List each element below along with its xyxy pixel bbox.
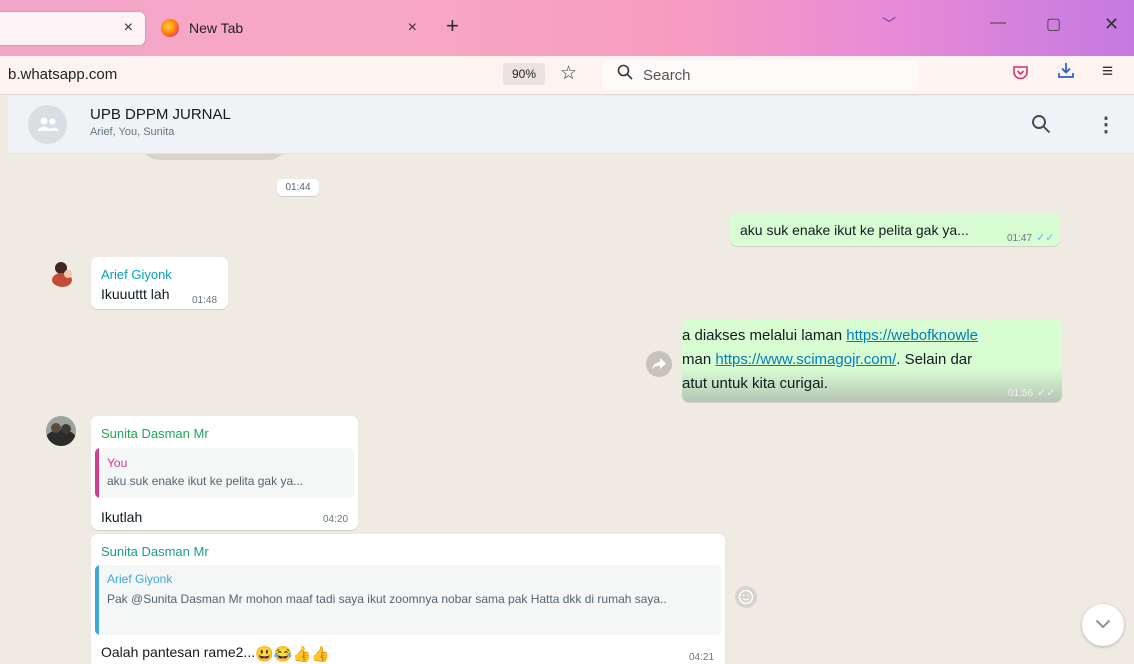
message-text: aku suk enake ikut ke pelita gak ya...	[740, 222, 969, 238]
chat-header[interactable]: UPB DPPM JURNAL Arief, You, Sunita ⋮	[8, 96, 1134, 154]
quote-bar	[95, 565, 99, 635]
chat-panel: 01:44 aku suk enake ikut ke pelita gak y…	[8, 154, 1134, 664]
tab-new-tab[interactable]: New Tab ×	[155, 12, 435, 45]
message-time: 01:47 ✓✓	[1007, 232, 1055, 244]
new-tab-button[interactable]: +	[446, 13, 459, 39]
sender-name[interactable]: Sunita Dasman Mr	[101, 426, 209, 441]
quote-sender: You	[107, 456, 128, 470]
quoted-message[interactable]: You aku suk enake ikut ke pelita gak ya.…	[95, 448, 354, 498]
tab-close-icon[interactable]: ×	[408, 19, 417, 37]
sender-name[interactable]: Sunita Dasman Mr	[101, 544, 209, 559]
group-members: Arief, You, Sunita	[90, 126, 175, 138]
quoted-message[interactable]: Arief Giyonk Pak @Sunita Dasman Mr mohon…	[95, 565, 721, 635]
message-bubble-incoming[interactable]: Sunita Dasman Mr Arief Giyonk Pak @Sunit…	[91, 534, 725, 664]
tab-whatsapp[interactable]: ×	[0, 12, 145, 45]
hamburger-icon[interactable]: ≡	[1102, 61, 1113, 83]
quote-text: Pak @Sunita Dasman Mr mohon maaf tadi sa…	[107, 592, 667, 606]
browser-toolbar: b.whatsapp.com 90% ☆ Search ≡	[0, 56, 1134, 95]
message-bubble-outgoing[interactable]: a diakses melalui laman https://webofkno…	[682, 320, 1062, 402]
message-bubble-incoming[interactable]: Arief Giyonk Ikuuuttt lah 01:48	[91, 257, 228, 309]
search-input[interactable]: Search	[603, 60, 918, 90]
list-tabs-button[interactable]: ﹀	[882, 14, 896, 34]
zoom-indicator[interactable]: 90%	[503, 63, 545, 85]
search-placeholder: Search	[643, 67, 691, 84]
avatar[interactable]	[46, 416, 76, 446]
message-link[interactable]: https://www.scimagojr.com/	[715, 351, 896, 368]
message-link[interactable]: https://webofknowle	[846, 327, 978, 344]
chevron-down-icon[interactable]	[1082, 604, 1124, 646]
maximize-button[interactable]: ▢	[1046, 14, 1061, 34]
pocket-icon[interactable]	[1012, 64, 1029, 81]
minimize-button[interactable]: —	[990, 14, 1006, 32]
message-bubble-outgoing[interactable]: aku suk enake ikut ke pelita gak ya... 0…	[730, 213, 1060, 246]
message-text: Oalah pantesan rame2...😃😂👍👍	[101, 644, 330, 663]
message-time: 04:21	[689, 652, 715, 663]
message-text: Ikutlah	[101, 509, 143, 525]
emoji-group: 😃😂👍👍	[255, 646, 330, 663]
message-text: Ikuuuttt lah	[101, 286, 170, 302]
search-icon[interactable]	[1031, 114, 1051, 139]
message-time: 04:20	[323, 514, 349, 525]
group-icon[interactable]	[28, 105, 67, 144]
message-line: a diakses melalui laman https://webofkno…	[682, 327, 978, 344]
quote-text: aku suk enake ikut ke pelita gak ya...	[107, 474, 304, 488]
search-icon	[617, 64, 633, 85]
star-icon[interactable]: ☆	[560, 62, 577, 85]
message-line: man https://www.scimagojr.com/. Selain d…	[682, 351, 973, 368]
browser-tab-strip: × New Tab × + ﹀ — ▢ ✕	[0, 0, 1134, 56]
download-icon[interactable]	[1057, 61, 1075, 84]
firefox-icon	[161, 19, 179, 37]
close-window-button[interactable]: ✕	[1104, 14, 1119, 35]
group-name: UPB DPPM JURNAL	[90, 106, 231, 123]
time-chip: 01:44	[277, 179, 319, 196]
emoji-icon[interactable]	[735, 586, 757, 608]
address-bar[interactable]: b.whatsapp.com	[8, 66, 117, 83]
quote-sender: Arief Giyonk	[107, 572, 173, 586]
message-bubble-incoming[interactable]: Sunita Dasman Mr You aku suk enake ikut …	[91, 416, 358, 530]
kebab-icon[interactable]: ⋮	[1096, 112, 1116, 137]
avatar[interactable]	[48, 257, 78, 287]
tab-label: New Tab	[189, 20, 244, 36]
quote-bar	[95, 448, 99, 498]
previous-message-bubble	[140, 154, 288, 160]
forward-icon[interactable]	[646, 351, 672, 377]
message-line: atut untuk kita curigai.	[682, 375, 828, 392]
read-ticks-icon: ✓✓	[1036, 232, 1055, 244]
read-ticks-icon: ✓✓	[1037, 387, 1056, 399]
sender-name[interactable]: Arief Giyonk	[101, 267, 172, 282]
message-time: 01:48	[192, 295, 218, 306]
message-time: 01:56 ✓✓	[1008, 387, 1056, 399]
tab-close-icon[interactable]: ×	[124, 19, 133, 37]
